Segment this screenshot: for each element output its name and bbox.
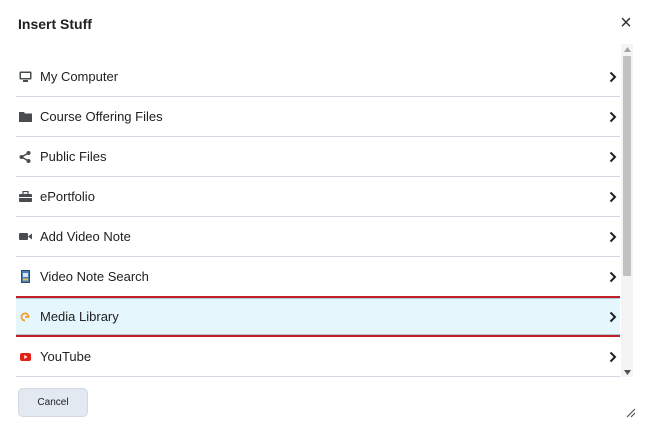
list-item-my-computer[interactable]: My Computer [16, 57, 620, 97]
list-item-label: Video Note Search [40, 269, 149, 284]
chevron-right-icon [608, 310, 618, 324]
list-scrollbar[interactable] [621, 44, 633, 377]
list-item-eportfolio[interactable]: ePortfolio [16, 177, 620, 217]
folder-icon [18, 110, 32, 124]
monitor-icon [18, 70, 32, 84]
list-item-label: Add Video Note [40, 229, 131, 244]
list-item-public-files[interactable]: Public Files [16, 137, 620, 177]
list-item-label: Course Offering Files [40, 109, 163, 124]
chevron-right-icon [608, 270, 618, 284]
chevron-right-icon [608, 110, 618, 124]
list-item-media-library[interactable]: Media Library [16, 296, 620, 337]
chevron-right-icon [608, 350, 618, 364]
chevron-right-icon [608, 70, 618, 84]
list-item-youtube[interactable]: YouTube [16, 337, 620, 377]
youtube-icon [18, 350, 32, 364]
chevron-right-icon [608, 190, 618, 204]
dialog-title: Insert Stuff [18, 16, 92, 32]
list-item-course-offering-files[interactable]: Course Offering Files [16, 97, 620, 137]
source-list: My Computer Course Offering Files Public… [16, 57, 620, 377]
close-icon[interactable]: × [617, 13, 635, 33]
chevron-right-icon [608, 230, 618, 244]
briefcase-icon [18, 190, 32, 204]
list-item-label: My Computer [40, 69, 119, 84]
video-note-icon [18, 270, 32, 284]
list-item-add-video-note[interactable]: Add Video Note [16, 217, 620, 257]
scroll-up-icon[interactable] [621, 44, 633, 54]
list-item-label: ePortfolio [40, 189, 95, 204]
chevron-right-icon [608, 150, 618, 164]
scroll-down-icon[interactable] [621, 367, 633, 377]
media-library-icon [18, 310, 32, 324]
cancel-button[interactable]: Cancel [18, 388, 88, 417]
list-item-label: Media Library [40, 309, 119, 324]
scrollbar-thumb[interactable] [623, 56, 631, 276]
share-icon [18, 150, 32, 164]
list-item-label: Public Files [40, 149, 107, 164]
resize-grip-icon[interactable] [624, 405, 636, 418]
list-item-label: YouTube [40, 349, 92, 364]
video-camera-icon [18, 230, 32, 244]
insert-stuff-dialog: Insert Stuff × My Computer Course Offeri… [0, 0, 651, 435]
list-item-video-note-search[interactable]: Video Note Search [16, 257, 620, 297]
